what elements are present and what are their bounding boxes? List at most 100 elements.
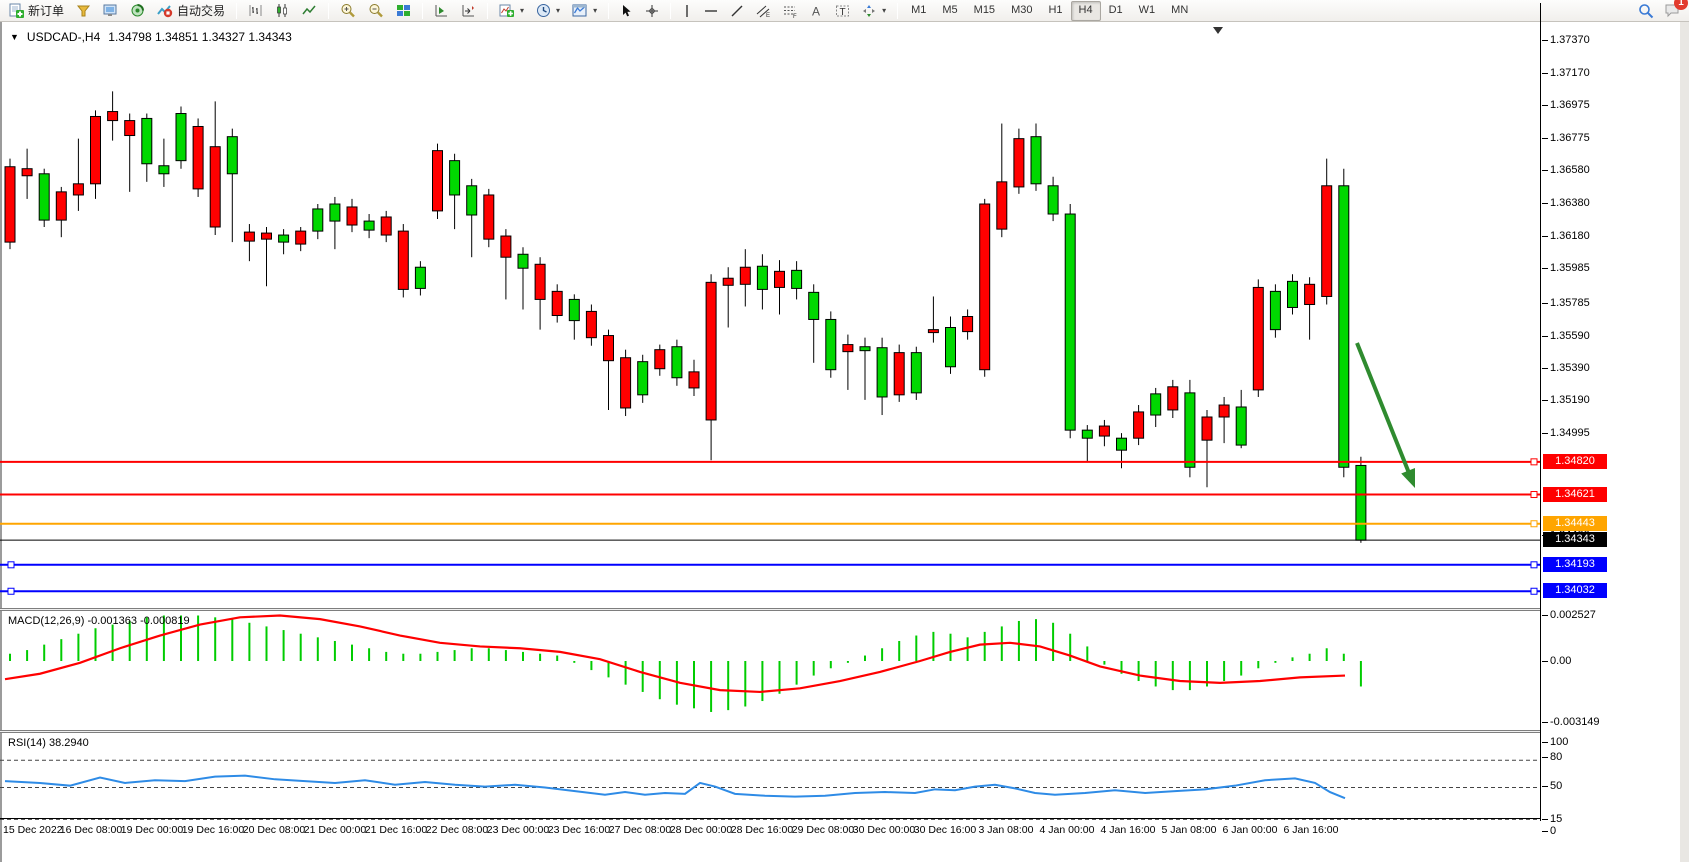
candle: [723, 267, 733, 327]
candle-body: [723, 278, 733, 285]
new-order-button[interactable]: 新订单: [3, 1, 70, 21]
rsi-tick-label: 80: [1550, 751, 1562, 763]
bar-chart-button[interactable]: [242, 1, 269, 21]
candle-body: [467, 186, 477, 215]
timeframe-button-m15[interactable]: M15: [966, 1, 1003, 21]
candle-body: [1305, 284, 1315, 304]
candle-body: [142, 118, 152, 163]
candle-body: [860, 347, 870, 351]
crosshair-button[interactable]: [639, 1, 665, 21]
time-axis-label: 19 Dec 16:00: [182, 824, 244, 836]
candle-body: [809, 292, 819, 319]
candle: [706, 274, 716, 460]
price-chart-panel[interactable]: [0, 25, 1541, 608]
market-watch-button[interactable]: [70, 1, 97, 21]
zoom-in-button[interactable]: [334, 1, 362, 21]
candle: [1339, 169, 1349, 478]
templates-button[interactable]: ▾: [566, 1, 603, 21]
candle: [1117, 433, 1127, 468]
periods-button[interactable]: ▾: [530, 1, 566, 21]
trendline-icon: [730, 4, 744, 18]
line-chart-button[interactable]: [296, 1, 323, 21]
timeframe-button-m30[interactable]: M30: [1003, 1, 1040, 21]
candle-body: [5, 167, 15, 242]
search-icon[interactable]: [1638, 3, 1654, 19]
trendline-tool-button[interactable]: [724, 1, 750, 21]
autotrading-button[interactable]: 自动交易: [151, 1, 231, 21]
candle-body: [1117, 438, 1127, 450]
navigator-button[interactable]: [97, 1, 124, 21]
candle: [108, 91, 118, 140]
candle-body: [73, 184, 83, 195]
line-anchor: [8, 588, 14, 594]
arrows-icon: [862, 4, 877, 18]
candle-body: [1185, 393, 1195, 467]
horizontal-line-tool-button[interactable]: [698, 1, 724, 21]
candle-body: [655, 350, 665, 369]
candle: [1305, 277, 1315, 339]
candle-body: [792, 270, 802, 288]
cursor-icon: [620, 4, 633, 18]
candle: [1288, 274, 1298, 314]
indicators-icon: [499, 3, 515, 18]
candle-body: [381, 217, 391, 235]
timeframe-button-m1[interactable]: M1: [903, 1, 934, 21]
candle-body: [672, 347, 682, 378]
candle-body: [963, 317, 973, 332]
macd-panel[interactable]: [0, 612, 1541, 730]
vertical-line-icon: [682, 4, 692, 18]
axis-tick: [1542, 170, 1548, 171]
level-price-label: 1.34443: [1543, 516, 1607, 531]
auto-scroll-button[interactable]: [428, 1, 455, 21]
indicators-caret: ▾: [520, 6, 524, 15]
candle: [467, 179, 477, 257]
axis-tick: [1542, 368, 1548, 369]
panel-resize-separator[interactable]: [0, 608, 1540, 611]
timeframe-button-mn[interactable]: MN: [1163, 1, 1196, 21]
indicators-button[interactable]: ▾: [493, 1, 530, 21]
line-anchor: [8, 562, 14, 568]
candle-body: [928, 330, 938, 333]
time-axis-label: 27 Dec 08:00: [609, 824, 671, 836]
candle: [364, 214, 374, 238]
candle-body: [552, 291, 562, 315]
candlestick-chart-button[interactable]: [269, 1, 296, 21]
macd-tick-label: 0.002527: [1550, 609, 1596, 621]
macd-tick-label: -0.003149: [1550, 716, 1600, 728]
notifications-button[interactable]: 1: [1664, 2, 1681, 21]
fibonacci-tool-button[interactable]: F: [777, 1, 804, 21]
horizontal-line-icon: [704, 6, 718, 16]
candle-body: [706, 282, 716, 420]
arrows-tool-button[interactable]: ▾: [856, 1, 892, 21]
zoom-out-button[interactable]: [362, 1, 390, 21]
timeframe-button-h1[interactable]: H1: [1040, 1, 1070, 21]
tile-windows-button[interactable]: [390, 1, 417, 21]
line-chart-icon: [302, 3, 317, 18]
timeframe-button-m5[interactable]: M5: [934, 1, 965, 21]
candle: [381, 211, 391, 242]
chart-shift-button[interactable]: [455, 1, 482, 21]
candle: [672, 340, 682, 386]
zoom-out-icon: [368, 3, 384, 18]
macd-signal-line: [5, 616, 1345, 692]
candle: [227, 129, 237, 242]
equidistant-channel-tool-button[interactable]: E: [750, 1, 777, 21]
templates-icon: [572, 3, 588, 18]
text-tool-button[interactable]: A: [804, 1, 829, 21]
label-tool-button[interactable]: T: [829, 1, 856, 21]
timeframe-button-d1[interactable]: D1: [1101, 1, 1131, 21]
periods-caret: ▾: [556, 6, 560, 15]
candle-body: [193, 126, 203, 188]
candle-body: [1082, 430, 1092, 438]
terminal-button[interactable]: [124, 1, 151, 21]
chart-shift-icon: [461, 3, 476, 18]
cursor-button[interactable]: [614, 1, 639, 21]
crosshair-icon: [645, 4, 659, 18]
candle: [313, 204, 323, 239]
candle-body: [604, 336, 614, 361]
price-tick-label: 1.35190: [1550, 394, 1590, 406]
time-axis-label: 30 Dec 00:00: [853, 824, 915, 836]
timeframe-button-w1[interactable]: W1: [1131, 1, 1164, 21]
timeframe-button-h4[interactable]: H4: [1071, 1, 1101, 21]
vertical-line-tool-button[interactable]: [676, 1, 698, 21]
